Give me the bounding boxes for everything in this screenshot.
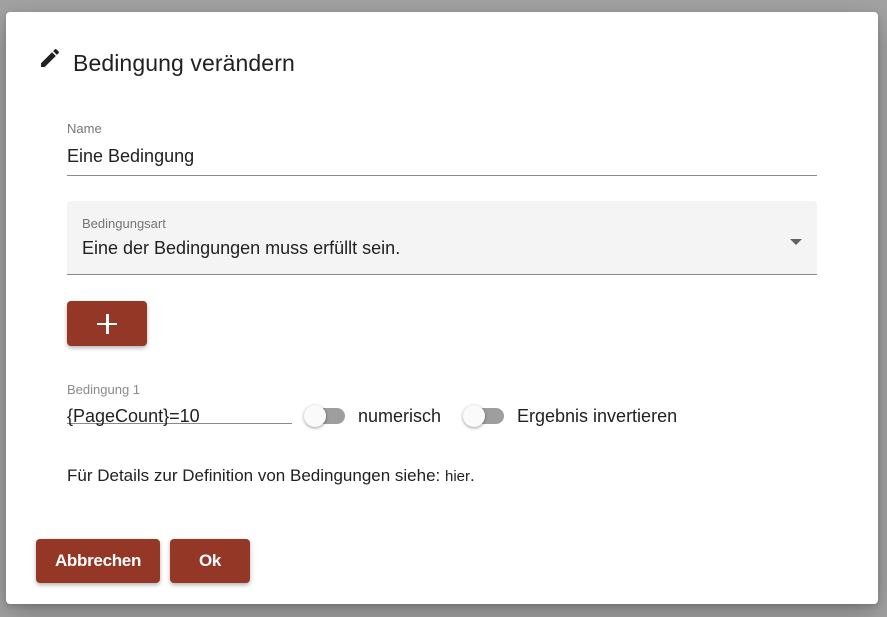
plus-icon xyxy=(97,313,117,334)
pencil-icon xyxy=(38,46,62,70)
condition-1-label: Bedingung 1 xyxy=(67,382,141,397)
condition-1-field[interactable]: Bedingung 1 {PageCount}=10 xyxy=(67,370,292,427)
invert-toggle-label: Ergebnis invertieren xyxy=(517,406,678,426)
dialog-header: Bedingung verändern xyxy=(38,46,295,80)
numeric-toggle-label: numerisch xyxy=(358,406,442,426)
dialog-title: Bedingung verändern xyxy=(73,49,295,76)
condition-1-value[interactable]: {PageCount}=10 xyxy=(67,406,200,427)
invert-toggle-thumb[interactable] xyxy=(463,405,485,427)
name-field-value[interactable]: Eine Bedingung xyxy=(67,146,194,167)
invert-toggle[interactable] xyxy=(463,405,507,427)
details-link[interactable]: hier xyxy=(445,468,470,485)
numeric-toggle[interactable] xyxy=(304,405,348,427)
ok-button[interactable]: Ok xyxy=(170,539,250,583)
condition-type-select[interactable]: Bedingungsart Eine der Bedingungen muss … xyxy=(67,201,817,275)
details-text: Für Details zur Definition von Bedingung… xyxy=(67,466,475,486)
name-field[interactable]: Name Eine Bedingung xyxy=(67,112,817,176)
edit-condition-dialog: Bedingung verändern Name Eine Bedingung … xyxy=(6,12,878,604)
dropdown-arrow-icon[interactable] xyxy=(790,239,802,245)
cancel-button[interactable]: Abbrechen xyxy=(36,539,160,583)
numeric-toggle-thumb[interactable] xyxy=(304,405,326,427)
condition-type-label: Bedingungsart xyxy=(82,216,166,231)
details-prefix: Für Details zur Definition von Bedingung… xyxy=(67,466,445,485)
add-condition-button[interactable] xyxy=(67,301,147,346)
condition-type-value: Eine der Bedingungen muss erfüllt sein. xyxy=(82,238,401,258)
details-suffix: . xyxy=(470,466,475,485)
dialog-content: Name Eine Bedingung Bedingungsart Eine d… xyxy=(67,112,817,485)
condition-row: Bedingung 1 {PageCount}=10 numerisch Erg… xyxy=(67,370,817,430)
name-field-label: Name xyxy=(67,121,102,136)
